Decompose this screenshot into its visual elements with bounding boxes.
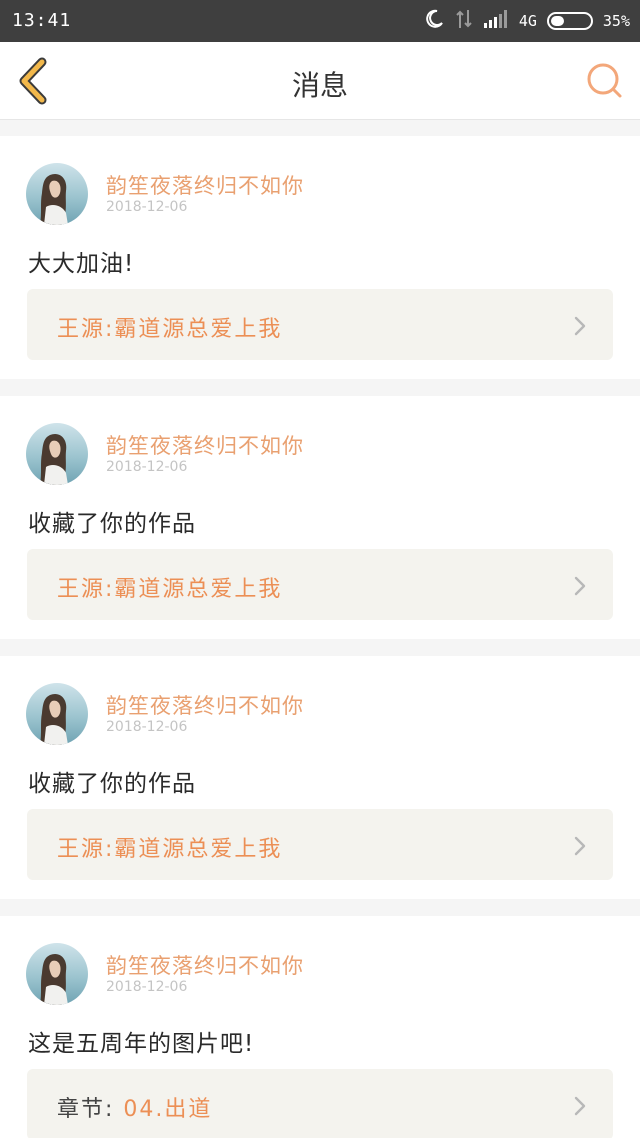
nav-header: 消息 bbox=[0, 42, 640, 120]
referenced-work-title: 王源:霸道源总爱上我 bbox=[57, 837, 283, 862]
network-type: 4G bbox=[518, 12, 537, 30]
avatar[interactable] bbox=[26, 943, 88, 1005]
chevron-right-icon bbox=[574, 836, 586, 856]
avatar[interactable] bbox=[26, 683, 88, 745]
username[interactable]: 韵笙夜落终归不如你 bbox=[106, 950, 304, 980]
username[interactable]: 韵笙夜落终归不如你 bbox=[106, 430, 304, 460]
referenced-work-text: 章节: 04.出道 bbox=[57, 1091, 212, 1123]
signal-icon bbox=[483, 9, 509, 33]
referenced-work-label: 章节: bbox=[57, 1097, 124, 1122]
message-text: 这是五周年的图片吧! bbox=[28, 1031, 255, 1057]
username[interactable]: 韵笙夜落终归不如你 bbox=[106, 170, 304, 200]
message-text: 收藏了你的作品 bbox=[28, 511, 196, 537]
referenced-work-link[interactable]: 王源:霸道源总爱上我 bbox=[27, 809, 613, 880]
chevron-right-icon bbox=[574, 316, 586, 336]
referenced-work-title: 王源:霸道源总爱上我 bbox=[57, 317, 283, 342]
referenced-work-text: 王源:霸道源总爱上我 bbox=[57, 571, 282, 603]
message-card: 韵笙夜落终归不如你 2018-12-06 收藏了你的作品 王源:霸道源总爱上我 bbox=[0, 396, 640, 639]
battery-icon bbox=[546, 12, 593, 30]
message-card: 韵笙夜落终归不如你 2018-12-06 这是五周年的图片吧! 章节: 04.出… bbox=[0, 916, 640, 1138]
search-button[interactable] bbox=[584, 60, 626, 102]
avatar[interactable] bbox=[26, 423, 88, 485]
chevron-right-icon bbox=[574, 1096, 586, 1116]
message-card: 韵笙夜落终归不如你 2018-12-06 大大加油! 王源:霸道源总爱上我 bbox=[0, 136, 640, 379]
search-icon bbox=[587, 63, 622, 98]
username[interactable]: 韵笙夜落终归不如你 bbox=[106, 690, 304, 720]
message-date: 2018-12-06 bbox=[106, 199, 188, 215]
moon-icon bbox=[423, 8, 445, 34]
referenced-work-text: 王源:霸道源总爱上我 bbox=[57, 831, 282, 863]
chevron-right-icon bbox=[574, 576, 586, 596]
message-list: 韵笙夜落终归不如你 2018-12-06 大大加油! 王源:霸道源总爱上我 韵笙… bbox=[0, 136, 640, 1138]
referenced-work-text: 王源:霸道源总爱上我 bbox=[57, 311, 282, 343]
data-transfer-icon bbox=[455, 8, 473, 34]
avatar[interactable] bbox=[26, 163, 88, 225]
status-icons: 4G 35% bbox=[423, 8, 630, 34]
battery-percent: 35% bbox=[602, 12, 630, 30]
message-text: 大大加油! bbox=[28, 251, 135, 277]
status-time: 13:41 bbox=[12, 10, 72, 31]
referenced-work-title: 王源:霸道源总爱上我 bbox=[57, 577, 283, 602]
referenced-work-link[interactable]: 章节: 04.出道 bbox=[27, 1069, 613, 1138]
referenced-work-title: 04.出道 bbox=[123, 1097, 213, 1122]
message-card: 韵笙夜落终归不如你 2018-12-06 收藏了你的作品 王源:霸道源总爱上我 bbox=[0, 656, 640, 899]
status-bar: 13:41 4G 35% bbox=[0, 0, 640, 42]
message-text: 收藏了你的作品 bbox=[28, 771, 196, 797]
message-date: 2018-12-06 bbox=[106, 719, 188, 735]
page-title: 消息 bbox=[291, 69, 348, 102]
referenced-work-link[interactable]: 王源:霸道源总爱上我 bbox=[27, 289, 613, 360]
message-date: 2018-12-06 bbox=[106, 459, 188, 475]
referenced-work-link[interactable]: 王源:霸道源总爱上我 bbox=[27, 549, 613, 620]
message-date: 2018-12-06 bbox=[106, 979, 188, 995]
